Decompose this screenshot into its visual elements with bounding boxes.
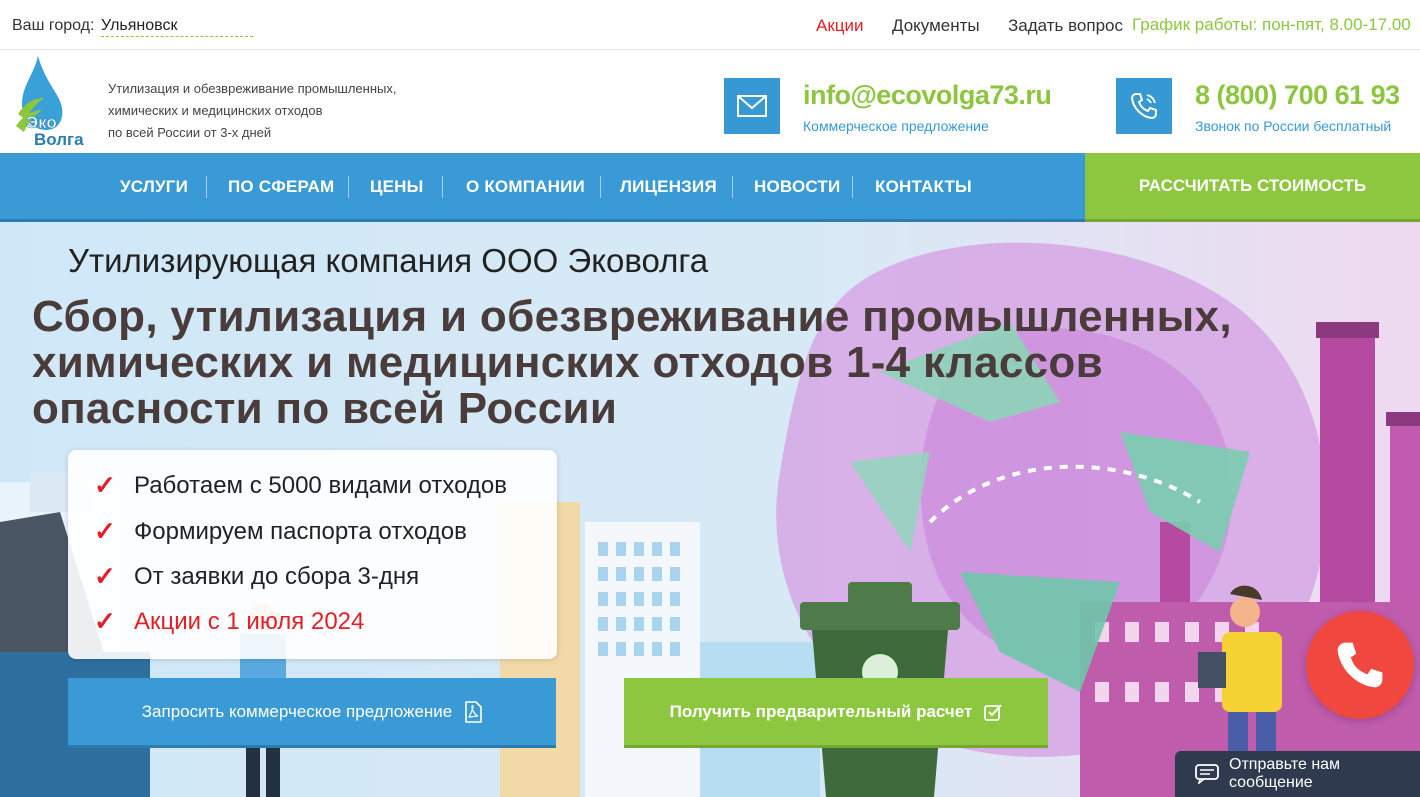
feature-item: ✓ Формируем паспорта отходов bbox=[94, 516, 467, 546]
work-schedule: График работы: пон-пят, 8.00-17.00 bbox=[1132, 15, 1411, 34]
promo-link[interactable]: Акции bbox=[816, 16, 864, 36]
nav-divider bbox=[442, 176, 443, 198]
envelope-icon[interactable] bbox=[724, 78, 780, 134]
calculate-cost-button[interactable]: РАССЧИТАТЬ СТОИМОСТЬ bbox=[1085, 153, 1420, 222]
city-label: Ваш город: bbox=[12, 17, 95, 34]
site-header: Эко Волга Утилизация и обезвреживание пр… bbox=[0, 50, 1420, 153]
message-icon bbox=[1195, 764, 1219, 784]
hero-banner: Утилизирующая компания ООО Эковолга Сбор… bbox=[0, 222, 1420, 797]
nav-item-about[interactable]: О КОМПАНИИ bbox=[466, 177, 585, 197]
top-bar: Ваш город: Ульяновск Акции Документы Зад… bbox=[0, 0, 1420, 50]
request-offer-button[interactable]: Запросить коммерческое предложение bbox=[68, 678, 556, 748]
phone-handset-icon bbox=[1337, 642, 1383, 688]
company-tagline: Утилизация и обезвреживание промышленных… bbox=[108, 81, 397, 140]
hero-title: Сбор, утилизация и обезвреживание промыш… bbox=[32, 292, 1232, 433]
nav-item-prices[interactable]: ЦЕНЫ bbox=[370, 177, 423, 197]
nav-item-contacts[interactable]: КОНТАКТЫ bbox=[875, 177, 972, 197]
nav-item-license[interactable]: ЛИЦЕНЗИЯ bbox=[620, 177, 717, 197]
feature-item: ✓ От заявки до сбора 3-дня bbox=[94, 561, 420, 591]
phone-icon[interactable] bbox=[1116, 78, 1172, 134]
preliminary-estimate-button[interactable]: Получить предварительный расчет bbox=[624, 678, 1048, 748]
nav-divider bbox=[206, 176, 207, 198]
features-card: ✓ Работаем с 5000 видами отходов ✓ Форми… bbox=[68, 450, 557, 659]
nav-item-news[interactable]: НОВОСТИ bbox=[754, 177, 840, 197]
nav-divider bbox=[852, 176, 853, 198]
city-selector[interactable]: Ульяновск bbox=[101, 17, 253, 37]
call-back-button[interactable] bbox=[1306, 611, 1414, 719]
ask-question-link[interactable]: Задать вопрос bbox=[1008, 16, 1123, 36]
checkbox-icon bbox=[984, 703, 1003, 721]
email-subtitle: Коммерческое предложение bbox=[803, 118, 989, 134]
chat-widget[interactable]: Отправьте нам сообщение bbox=[1175, 751, 1420, 797]
pdf-icon bbox=[464, 700, 483, 723]
nav-divider bbox=[348, 176, 349, 198]
email-address[interactable]: info@ecovolga73.ru bbox=[803, 80, 1052, 111]
logo[interactable]: Эко Волга bbox=[12, 54, 102, 149]
checkmark-icon: ✓ bbox=[94, 561, 116, 591]
hero-kicker: Утилизирующая компания ООО Эковолга bbox=[68, 242, 709, 279]
nav-item-services[interactable]: УСЛУГИ bbox=[120, 177, 188, 197]
checkmark-icon: ✓ bbox=[94, 470, 116, 500]
phone-number[interactable]: 8 (800) 700 61 93 bbox=[1195, 80, 1400, 111]
feature-item: ✓ Работаем с 5000 видами отходов bbox=[94, 470, 507, 500]
nav-divider bbox=[732, 176, 733, 198]
documents-link[interactable]: Документы bbox=[892, 16, 980, 36]
main-nav: УСЛУГИ ПО СФЕРАМ ЦЕНЫ О КОМПАНИИ ЛИЦЕНЗИ… bbox=[0, 153, 1085, 222]
nav-item-spheres[interactable]: ПО СФЕРАМ bbox=[228, 177, 334, 197]
checkmark-icon: ✓ bbox=[94, 516, 116, 546]
svg-text:Волга: Волга bbox=[34, 130, 84, 146]
phone-subtitle: Звонок по России бесплатный bbox=[1195, 118, 1392, 134]
checkmark-icon: ✓ bbox=[94, 606, 116, 636]
nav-divider bbox=[600, 176, 601, 198]
feature-item-promo[interactable]: ✓ Акции с 1 июля 2024 bbox=[94, 606, 364, 637]
